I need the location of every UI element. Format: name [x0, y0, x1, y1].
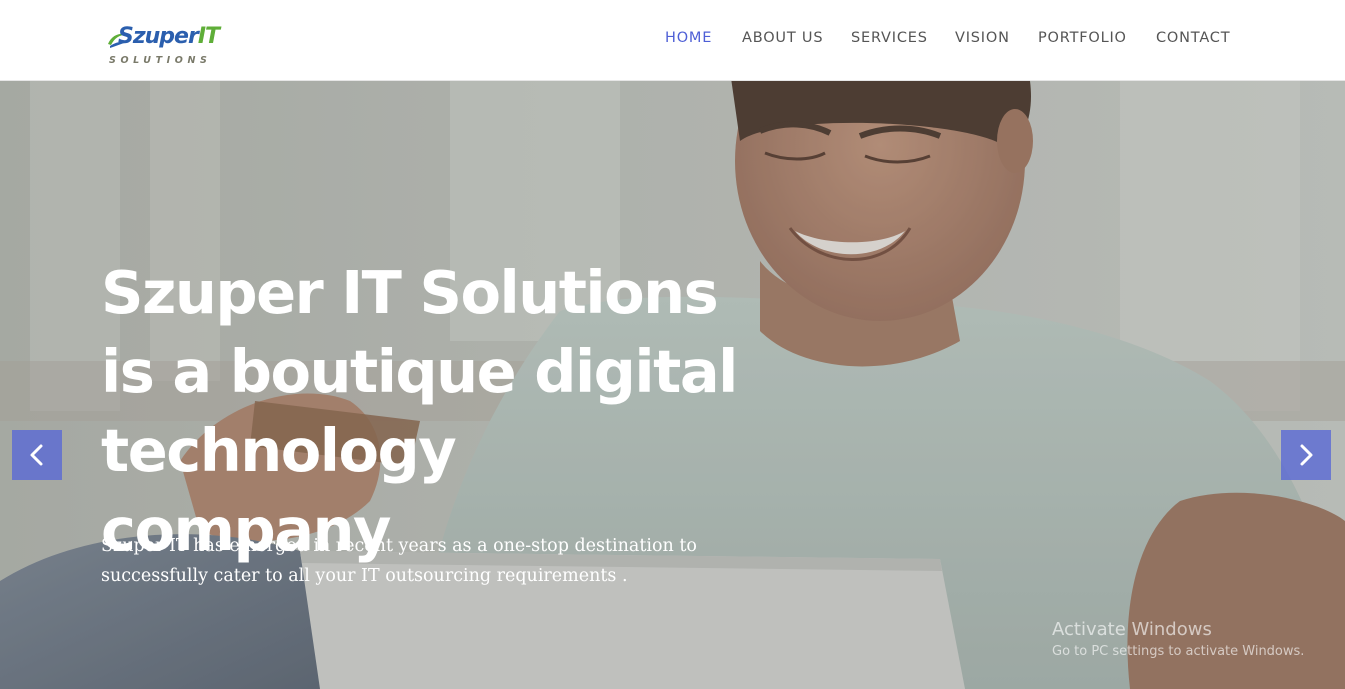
watermark-subtitle: Go to PC settings to activate Windows. [1052, 644, 1305, 659]
hero-slider: Szuper IT Solutions is a boutique digita… [0, 81, 1345, 689]
site-header: SzuperIT SOLUTIONS HOME ABOUT US SERVICE… [0, 0, 1345, 81]
windows-activation-watermark: Activate Windows Go to PC settings to ac… [1052, 619, 1342, 661]
nav-item-services[interactable]: SERVICES [851, 30, 928, 46]
main-nav: HOME ABOUT US SERVICES VISION PORTFOLIO … [0, 30, 1345, 52]
nav-item-contact[interactable]: CONTACT [1156, 30, 1230, 46]
chevron-left-icon [30, 444, 43, 466]
nav-item-portfolio[interactable]: PORTFOLIO [1038, 30, 1127, 46]
hero-subtext: Szuper IT has emerged in recent years as… [101, 536, 697, 586]
nav-item-vision[interactable]: VISION [955, 30, 1010, 46]
slider-next-button[interactable] [1281, 430, 1331, 480]
slider-prev-button[interactable] [12, 430, 62, 480]
nav-item-about-us[interactable]: ABOUT US [742, 30, 823, 46]
chevron-right-icon [1300, 444, 1313, 466]
nav-item-home[interactable]: HOME [665, 30, 712, 46]
watermark-title: Activate Windows [1052, 619, 1212, 640]
logo-tagline: SOLUTIONS [109, 55, 212, 66]
hero-headline: Szuper IT Solutions is a boutique digita… [101, 258, 738, 564]
